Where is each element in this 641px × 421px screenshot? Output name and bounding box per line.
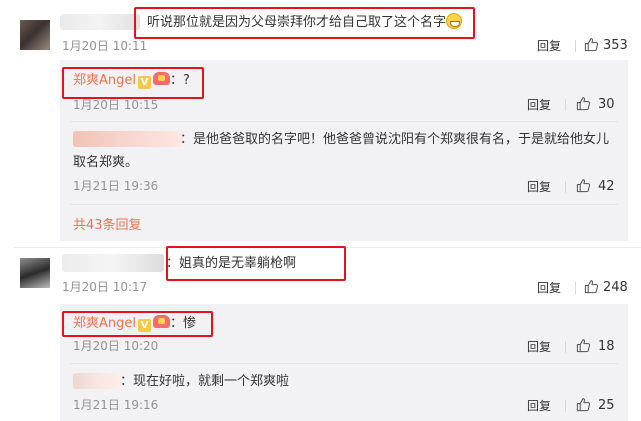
- like-count: 25: [598, 398, 615, 413]
- reply-username[interactable]: 郑爽Angel: [73, 316, 136, 331]
- grin-emoji-icon: [446, 13, 463, 29]
- comment-time: 1月20日 10:17: [62, 280, 148, 294]
- reply-button[interactable]: 回复: [527, 97, 551, 113]
- reply-time: 1月21日 19:36: [73, 179, 159, 193]
- reply-time: 1月20日 10:15: [73, 98, 159, 112]
- divider: [565, 181, 566, 193]
- thumbs-up-icon[interactable]: [584, 279, 599, 294]
- reply-text: ：是他爸爸取的名字吧！他爸爸曾说沈阳有个郑爽很有名，于是就给他女儿: [180, 132, 610, 147]
- reply-line: 郑爽Angel V ：?: [73, 72, 190, 90]
- reply-time: 1月21日 19:16: [73, 398, 159, 412]
- reply-button[interactable]: 回复: [527, 339, 551, 355]
- fan-badge-icon: [153, 72, 170, 85]
- commenter-name-blurred[interactable]: [60, 14, 140, 30]
- reply-button[interactable]: 回复: [537, 280, 561, 296]
- comment-text: 听说那位就是因为父母崇拜你才给自己取了这个名字: [147, 13, 463, 32]
- verified-badge-icon: V: [138, 319, 151, 332]
- thumbs-up-icon[interactable]: [576, 178, 591, 193]
- reply-text: ：现在好啦，就剩一个郑爽啦: [120, 374, 290, 389]
- divider: [575, 282, 576, 294]
- reply-text-cont: 取名郑爽。: [73, 155, 139, 170]
- divider: [565, 99, 566, 111]
- thumbs-up-icon[interactable]: [576, 397, 591, 412]
- like-count: 30: [598, 97, 615, 112]
- comment-text: ：姐真的是无辜躺枪啊: [166, 256, 297, 271]
- avatar[interactable]: [20, 258, 50, 288]
- reply-button[interactable]: 回复: [527, 179, 551, 195]
- comment-time: 1月20日 10:11: [62, 39, 148, 53]
- thumbs-up-icon[interactable]: [584, 37, 599, 52]
- reply-button[interactable]: 回复: [537, 38, 561, 54]
- thumbs-up-icon[interactable]: [576, 96, 591, 111]
- like-count: 353: [603, 38, 628, 53]
- reply-text: ：惨: [170, 316, 197, 331]
- divider: [565, 341, 566, 353]
- fan-badge-icon: [153, 315, 170, 328]
- reply-divider: [70, 363, 618, 364]
- verified-badge-icon: V: [138, 76, 151, 89]
- divider: [575, 40, 576, 52]
- reply-username-blurred[interactable]: [73, 373, 123, 389]
- reply-username[interactable]: 郑爽Angel: [73, 73, 136, 88]
- commenter-name-blurred[interactable]: [62, 254, 164, 272]
- reply-divider: [70, 121, 618, 122]
- reply-line: 郑爽Angel V ：惨: [73, 315, 196, 333]
- avatar[interactable]: [20, 20, 50, 50]
- reply-username-blurred[interactable]: [73, 131, 183, 147]
- divider: [565, 400, 566, 412]
- reply-time: 1月20日 10:20: [73, 339, 159, 353]
- reply-text: ：?: [170, 73, 190, 88]
- more-replies-link[interactable]: 共43条回复: [73, 214, 142, 233]
- like-count: 42: [598, 179, 615, 194]
- thumbs-up-icon[interactable]: [576, 338, 591, 353]
- reply-button[interactable]: 回复: [527, 398, 551, 414]
- like-count: 248: [603, 280, 628, 295]
- reply-divider: [70, 204, 618, 205]
- like-count: 18: [598, 339, 615, 354]
